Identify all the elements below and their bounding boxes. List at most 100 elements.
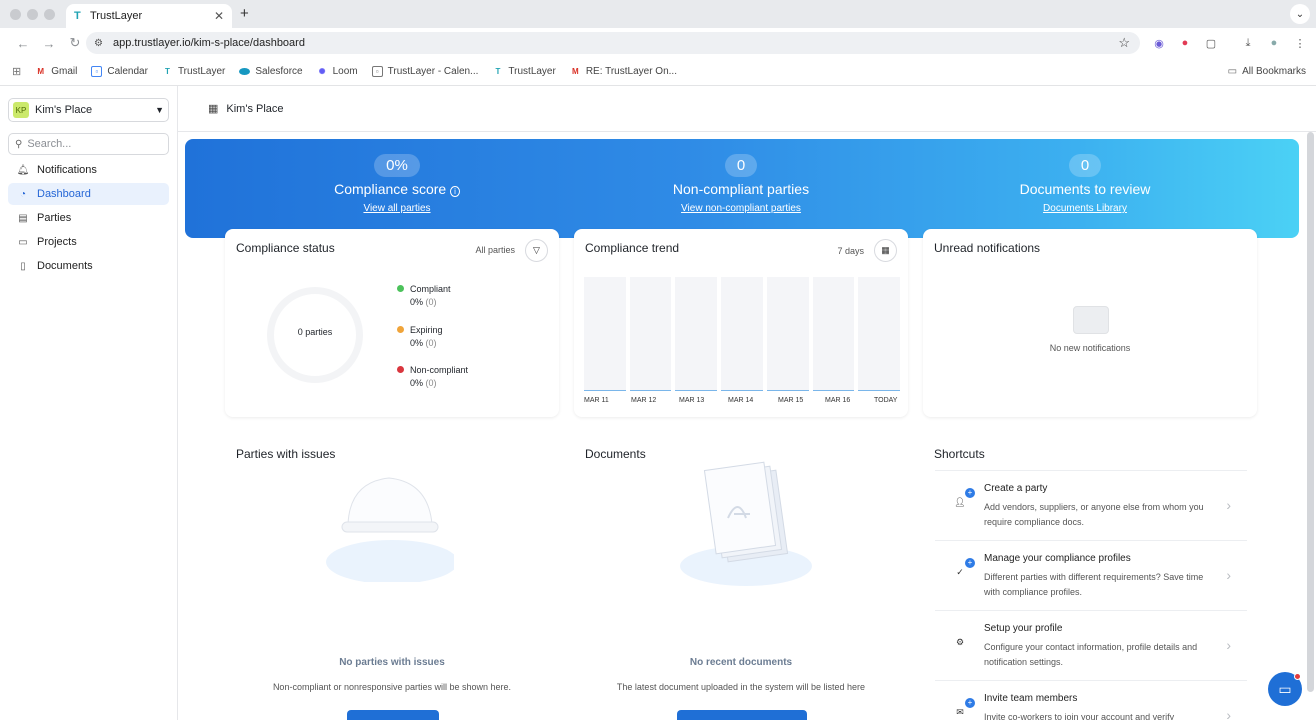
documents-review-stat: 0 Documents to review Documents Library	[935, 154, 1235, 214]
main-content: ▦ Kim's Place 0% Compliance score i View…	[178, 86, 1316, 720]
bookmark-star-icon[interactable]: ☆	[1118, 35, 1130, 51]
profile-avatar-icon[interactable]: ●	[1266, 35, 1282, 51]
bookmark-label: Salesforce	[255, 66, 303, 77]
sidebar-item-dashboard[interactable]: ◔ Dashboard	[8, 183, 169, 205]
legend-expiring: Expiring 0% (0)	[397, 324, 443, 350]
tab-search-chevron-icon[interactable]: ⌄	[1290, 4, 1310, 24]
section-title-shortcuts: Shortcuts	[934, 447, 985, 461]
shortcut-setup-profile[interactable]: ⚙ Setup your profile Configure your cont…	[935, 610, 1247, 680]
x-label: MAR 14	[728, 397, 754, 404]
bookmark-gmail[interactable]: M Gmail	[35, 66, 77, 77]
new-tab-button[interactable]: +	[240, 5, 249, 22]
hardhat-illustration	[326, 477, 454, 582]
all-bookmarks[interactable]: ▭ All Bookmarks	[1228, 66, 1306, 77]
gmail-icon: M	[37, 67, 45, 76]
folder-icon: ▭	[18, 236, 28, 248]
apps-grid-icon[interactable]: ⊞	[12, 65, 21, 78]
close-window-button[interactable]	[10, 9, 21, 20]
sidebar-item-notifications[interactable]: 🔔︎ Notifications	[8, 159, 169, 181]
bookmark-salesforce[interactable]: Salesforce	[239, 66, 303, 77]
trend-bar	[858, 277, 901, 391]
info-icon[interactable]: i	[450, 186, 460, 197]
sidebar: KP Kim's Place ▼ ⚲ Search... 🔔︎ Notificat…	[0, 86, 178, 720]
extension-red-icon[interactable]: ●	[1177, 35, 1193, 51]
card-title: Unread notifications	[934, 241, 1041, 255]
unread-badge	[1294, 673, 1301, 680]
page-title: Kim's Place	[226, 102, 284, 115]
empty-documents-subtitle: The latest document uploaded in the syst…	[616, 682, 866, 692]
extensions-puzzle-icon[interactable]: ▢	[1203, 35, 1219, 51]
sidebar-item-projects[interactable]: ▭ Projects	[8, 231, 169, 253]
x-label: MAR 16	[825, 397, 851, 404]
back-arrow-icon[interactable]: ←	[10, 36, 36, 51]
trustlayer-favicon-icon: T	[74, 10, 81, 22]
parties-icon: ▤	[18, 212, 28, 224]
chat-support-button[interactable]: ▭	[1268, 672, 1302, 706]
invite-icon: ✉ +	[949, 698, 975, 720]
minimize-window-button[interactable]	[27, 9, 38, 20]
documents-primary-button[interactable]	[677, 710, 807, 720]
shortcut-create-party[interactable]: 👤︎ + Create a party Add vendors, supplier…	[935, 470, 1247, 540]
view-noncompliant-link[interactable]: View non-compliant parties	[591, 203, 891, 214]
card-title: Compliance status	[236, 241, 335, 255]
card-title: Compliance trend	[585, 241, 680, 255]
legend-name: Non-compliant	[410, 365, 469, 375]
org-switcher[interactable]: KP Kim's Place ▼	[8, 98, 169, 122]
org-name: Kim's Place	[35, 104, 93, 116]
browser-menu-icon[interactable]: ⋮	[1292, 35, 1308, 51]
add-check-icon: ✓ +	[949, 558, 975, 583]
x-label: MAR 12	[631, 397, 657, 404]
x-label: MAR 13	[679, 397, 705, 404]
sidebar-item-documents[interactable]: ▯ Documents	[8, 255, 169, 277]
empty-parties-title: No parties with issues	[339, 657, 445, 668]
shortcut-title: Manage your compliance profiles	[984, 553, 1131, 564]
loom-icon: ✺	[318, 67, 326, 76]
bookmark-label: Loom	[332, 66, 358, 77]
extension-circle-icon[interactable]: ◉	[1151, 35, 1167, 51]
filter-icon[interactable]: ▽	[525, 239, 548, 262]
folder-icon: ▭	[1227, 66, 1238, 77]
forward-arrow-icon[interactable]: →	[36, 36, 62, 51]
bookmark-trustlayer-calendar[interactable]: ▫ TrustLayer - Calen...	[371, 66, 478, 77]
sidebar-item-label: Documents	[37, 260, 93, 272]
browser-tab[interactable]: T TrustLayer ✕	[66, 4, 232, 28]
documents-illustration	[680, 461, 812, 586]
bookmarks-bar: ⊞ M Gmail ▫ Calendar T TrustLayer Salesforc…	[0, 58, 1316, 86]
shortcut-invite-team[interactable]: ✉ + Invite team members Invite co-workers…	[935, 680, 1247, 720]
bookmark-label: Gmail	[51, 66, 78, 77]
legend-pct: 0%	[410, 297, 424, 307]
empty-documents-title: No recent documents	[689, 657, 793, 668]
reload-icon[interactable]: ↻	[62, 35, 88, 51]
app-body: KP Kim's Place ▼ ⚲ Search... 🔔︎ Notificat…	[0, 86, 1316, 720]
x-label: TODAY	[874, 397, 898, 404]
document-icon: ▯	[20, 260, 26, 272]
shortcut-compliance-profiles[interactable]: ✓ + Manage your compliance profiles Diffe…	[935, 540, 1247, 610]
scrollbar[interactable]	[1307, 132, 1314, 692]
documents-library-link[interactable]: Documents Library	[935, 203, 1235, 214]
bookmark-loom[interactable]: ✺ Loom	[317, 66, 358, 77]
tab-close-icon[interactable]: ✕	[214, 9, 224, 23]
calendar-icon[interactable]: ▦	[874, 239, 897, 262]
settings-icon: ⚙	[955, 636, 965, 647]
sidebar-item-parties[interactable]: ▤ Parties	[8, 207, 169, 229]
trustlayer-icon: T	[495, 67, 501, 76]
view-all-parties-link[interactable]: View all parties	[247, 203, 547, 214]
search-input[interactable]: ⚲ Search...	[8, 133, 169, 155]
bookmark-calendar[interactable]: ▫ Calendar	[91, 66, 148, 77]
legend-name: Expiring	[410, 325, 443, 335]
dashboard-icon: ◔	[19, 188, 27, 200]
parties-primary-button[interactable]	[347, 710, 439, 720]
section-title-documents: Documents	[585, 447, 646, 461]
bookmark-trustlayer-2[interactable]: T TrustLayer	[492, 66, 555, 77]
search-placeholder: Search...	[27, 138, 72, 150]
bookmark-re-trustlayer[interactable]: M RE: TrustLayer On...	[570, 66, 677, 77]
bookmark-trustlayer[interactable]: T TrustLayer	[162, 66, 225, 77]
download-icon[interactable]: ⤓	[1240, 35, 1256, 51]
site-info-icon[interactable]: ⚙	[94, 38, 103, 49]
documents-review-value: 0	[1068, 154, 1102, 177]
noncompliant-value: 0	[724, 154, 758, 177]
url-bar[interactable]: ⚙ app.trustlayer.io/kim-s-place/dashboar…	[86, 32, 1140, 54]
maximize-window-button[interactable]	[44, 9, 55, 20]
status-dot	[397, 366, 404, 373]
legend-pct: 0%	[410, 378, 424, 388]
